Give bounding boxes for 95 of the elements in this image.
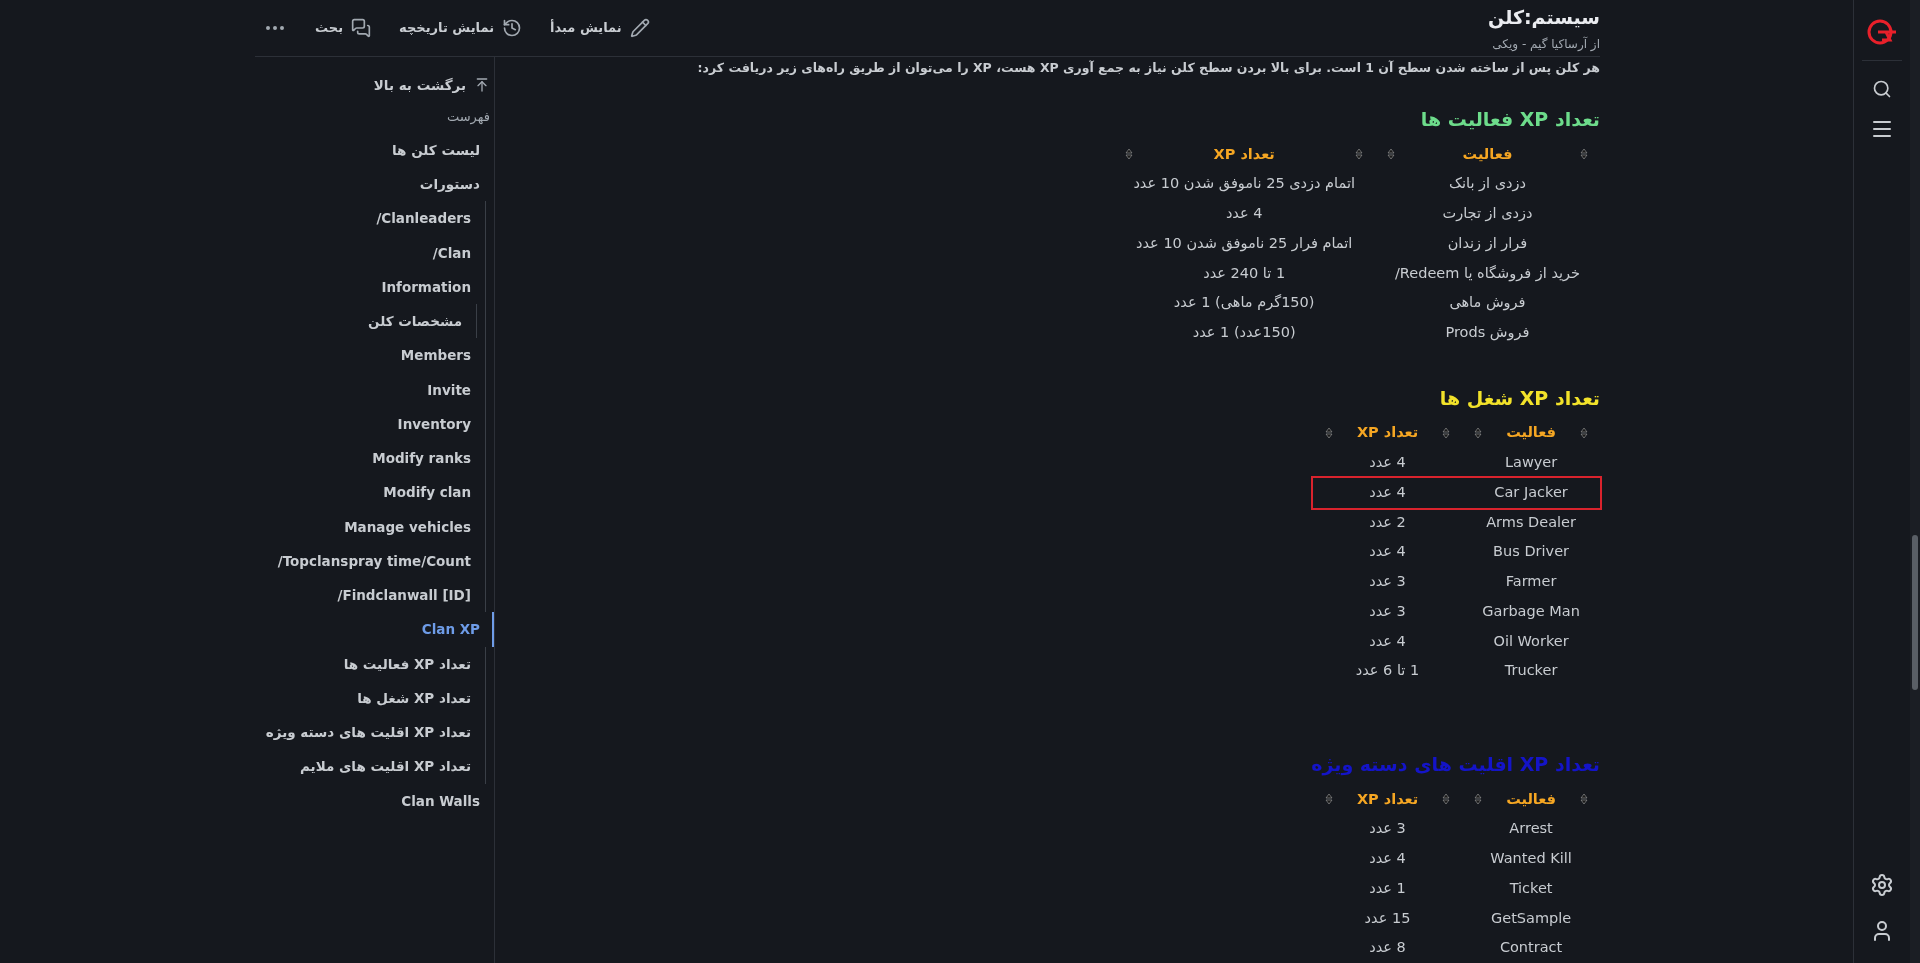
toc-link[interactable]: Modify ranks: [372, 441, 485, 476]
table-cell: Lawyer: [1462, 448, 1600, 478]
sort-icon[interactable]: [1580, 427, 1588, 440]
table-cell-text: (150گرم ماهی) 1 عدد: [1172, 293, 1316, 313]
search-icon[interactable]: [1872, 79, 1892, 99]
toc-link[interactable]: Clan XP: [421, 612, 494, 647]
table-cell-text: 3 عدد: [1368, 819, 1407, 839]
table-cell: 4 عدد: [1312, 448, 1463, 478]
toolbar-button[interactable]: نمایش مبدأ: [550, 18, 650, 38]
toc-link[interactable]: Invite: [427, 372, 485, 407]
toc-link[interactable]: تعداد XP شغل ها: [357, 680, 485, 715]
table-cell-text: (150عدد) 1 عدد: [1191, 323, 1297, 342]
table-cell-text: 1 عدد: [1368, 878, 1407, 898]
toc-link[interactable]: لیست کلن ها: [392, 132, 494, 167]
scrollbar-thumb[interactable]: [1912, 535, 1918, 690]
toc-title: فهرست: [445, 108, 491, 127]
table-cell-text: 8 عدد: [1368, 938, 1407, 958]
table-cell-text: Bus Driver: [1492, 542, 1571, 562]
toolbar-button[interactable]: نمایش تاریخچه: [399, 18, 523, 38]
sort-icon[interactable]: [1354, 148, 1363, 161]
table-cell-text: اتمام فرار 25 ناموفق شدن 10 عدد: [1135, 233, 1354, 254]
sort-icon[interactable]: [1442, 793, 1451, 806]
toc-link[interactable]: Information: [381, 269, 485, 304]
column-header[interactable]: تعداد XP: [1312, 784, 1463, 815]
toc-link[interactable]: Clanleaders/: [376, 201, 485, 236]
table-cell-text: فرار از زندان: [1446, 233, 1529, 254]
toc-link[interactable]: تعداد XP اقلیت های دسته ویژه: [265, 715, 485, 750]
toc-link[interactable]: Manage vehicles: [344, 509, 485, 544]
column-header[interactable]: تعداد XP: [1312, 418, 1463, 448]
scrollbar[interactable]: [1910, 0, 1920, 963]
sort-icon[interactable]: [1442, 427, 1451, 440]
table-cell-text: Contract: [1498, 938, 1564, 958]
table-cell-text: 1 تا 240 عدد: [1202, 263, 1287, 283]
pencil-icon: [629, 18, 650, 38]
table-cell-text: Arrest: [1508, 819, 1554, 839]
table-cell-text: 4 عدد: [1368, 849, 1407, 868]
sort-icon[interactable]: [1474, 793, 1483, 806]
table-cell-text: GetSample: [1489, 908, 1573, 928]
page-subtitle: از آرساکیا گیم - ویکی: [1491, 35, 1600, 54]
intro-paragraph: هر کلن پس از ساخته شدن سطح آن 1 است. برای بالا بردن سطح کلن نیاز به جمع آوری XP هست، XP را می‌توان از طریق راه‌های زیر دریافت کرد:: [697, 59, 1600, 77]
table-cell: 2 عدد: [1312, 507, 1463, 538]
back-to-top-link[interactable]: برگشت به بالا: [263, 69, 494, 102]
table-cell-text: Garbage Man: [1481, 601, 1581, 621]
toc-link[interactable]: Topclanspray time/Count/: [277, 543, 485, 578]
toc-link[interactable]: Clan/: [432, 235, 485, 270]
table-cell-text: 4 عدد: [1368, 542, 1407, 562]
sort-icon[interactable]: [1580, 148, 1588, 161]
table-cell-text: 1 تا 6 عدد: [1354, 661, 1421, 681]
table-cell-text: فروش ماهی: [1448, 293, 1527, 313]
table-cell: Car Jacker: [1462, 477, 1600, 508]
toc-link[interactable]: Clan Walls: [401, 783, 494, 818]
toc-link[interactable]: Members: [400, 338, 485, 373]
toc-link[interactable]: Modify clan: [383, 475, 485, 510]
table-cell-text: خرید از فروشگاه یا Redeem/: [1393, 263, 1581, 284]
history-icon: [502, 18, 523, 38]
table-cell-text: 4 عدد: [1224, 204, 1264, 223]
sort-icon[interactable]: [1474, 427, 1483, 440]
table-cell-text: Wanted Kill: [1489, 849, 1573, 868]
toc-link[interactable]: Findclanwall [ID]/: [337, 578, 485, 613]
table-cell-text: 3 عدد: [1368, 601, 1407, 621]
table-cell-text: 15 عدد: [1363, 908, 1412, 928]
toc-link[interactable]: دستورات: [419, 167, 494, 202]
sort-icon[interactable]: [1324, 427, 1333, 440]
arrow-up-icon: [474, 77, 490, 94]
table-cell: 4 عدد: [1312, 477, 1463, 508]
toc-link[interactable]: Inventory: [397, 406, 485, 441]
column-header[interactable]: فعالیت: [1462, 784, 1600, 815]
table-cell-text: فروش Prods: [1444, 323, 1531, 343]
toolbar-button[interactable]: بحث: [315, 18, 371, 38]
table-cell-text: دزدی از بانک: [1448, 174, 1527, 194]
table-cell-text: 4 عدد: [1368, 631, 1407, 651]
section-heading: تعداد XP فعالیت ها: [1419, 107, 1600, 132]
sort-icon[interactable]: [1386, 148, 1395, 161]
table-cell-text: Farmer: [1504, 572, 1558, 591]
page-title: سیستم:کلن: [1488, 4, 1600, 31]
toc-link[interactable]: تعداد XP اقلیت های ملایم: [300, 749, 485, 784]
sort-icon[interactable]: [1324, 793, 1333, 806]
table-cell-text: Trucker: [1503, 661, 1559, 681]
table-cell-text: Oil Worker: [1492, 631, 1570, 651]
toc-link[interactable]: تعداد XP فعالیت ها: [343, 646, 485, 681]
sort-icon[interactable]: [1580, 793, 1588, 806]
speech-bubbles-icon: [351, 18, 371, 38]
table-cell-text: Ticket: [1508, 878, 1554, 898]
sort-icon[interactable]: [1125, 148, 1134, 161]
table-cell-text: اتمام دزدی 25 ناموفق شدن 10 عدد: [1132, 174, 1356, 194]
table-cell-text: 3 عدد: [1368, 572, 1407, 591]
column-header[interactable]: فعالیت: [1374, 139, 1600, 170]
settings-icon[interactable]: [1870, 873, 1894, 897]
toc-link[interactable]: مشخصات کلن: [368, 304, 476, 339]
section-heading: تعداد XP اقلیت های دسته ویژه: [1310, 752, 1600, 778]
table-cell: Arms Dealer: [1462, 507, 1600, 538]
table-cell-text: دزدی از تجارت: [1441, 204, 1534, 224]
section-heading: تعداد XP شغل ها: [1438, 385, 1600, 411]
column-header[interactable]: فعالیت: [1462, 418, 1600, 448]
column-header[interactable]: تعداد XP: [1113, 139, 1375, 170]
